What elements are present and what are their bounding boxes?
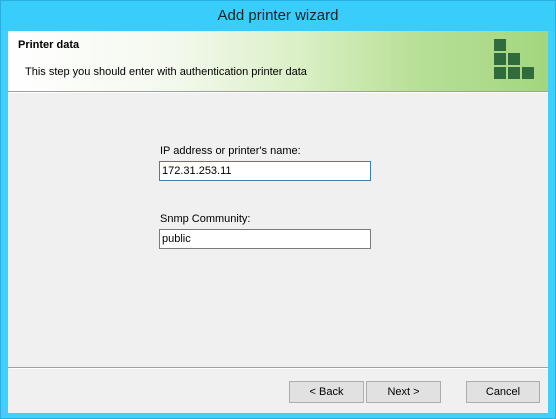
- wizard-client-area: Printer data This step you should enter …: [8, 31, 548, 413]
- logo-square: [494, 67, 506, 79]
- step-title: Printer data: [18, 39, 80, 51]
- footer-divider-highlight: [8, 368, 548, 369]
- window-title: Add printer wizard: [217, 7, 339, 24]
- stacked-squares-logo-icon: [494, 39, 538, 83]
- header-divider-highlight: [8, 92, 548, 93]
- title-bar[interactable]: Add printer wizard: [1, 1, 555, 31]
- back-button[interactable]: < Back: [289, 381, 364, 403]
- logo-square: [522, 67, 534, 79]
- snmp-community-input[interactable]: [159, 229, 371, 249]
- ip-address-input[interactable]: [159, 161, 371, 181]
- ip-address-label: IP address or printer's name:: [160, 145, 301, 157]
- snmp-community-label: Snmp Community:: [160, 213, 251, 225]
- wizard-header: Printer data This step you should enter …: [8, 31, 548, 91]
- wizard-window: Add printer wizard Printer data This ste…: [0, 0, 556, 419]
- cancel-button[interactable]: Cancel: [466, 381, 540, 403]
- logo-square: [508, 67, 520, 79]
- logo-square: [494, 53, 506, 65]
- step-description: This step you should enter with authenti…: [25, 66, 307, 78]
- logo-square: [508, 53, 520, 65]
- next-button[interactable]: Next >: [366, 381, 441, 403]
- logo-square: [494, 39, 506, 51]
